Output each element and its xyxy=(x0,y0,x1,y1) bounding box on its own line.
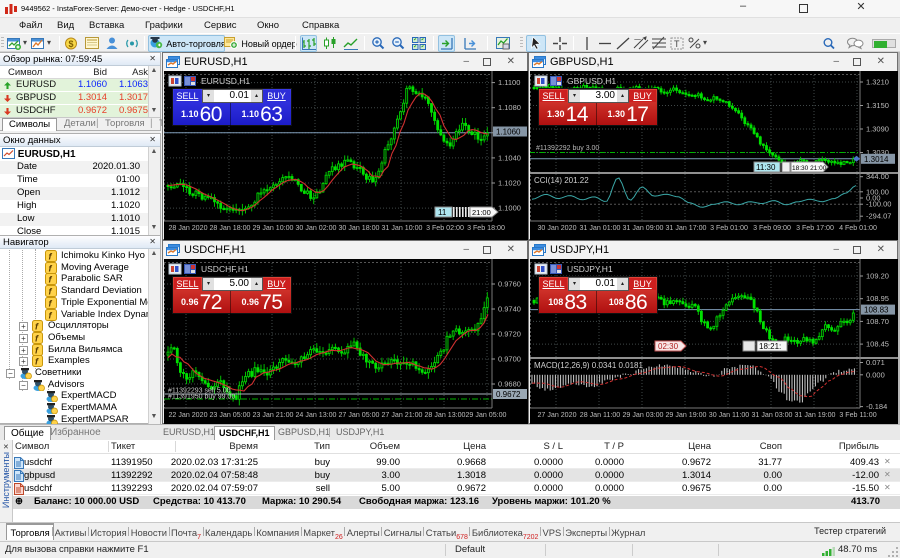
svg-text:31 Jan 10:00: 31 Jan 10:00 xyxy=(381,224,422,232)
svg-text:1.3150: 1.3150 xyxy=(866,101,889,110)
svg-text:108.45: 108.45 xyxy=(866,340,889,349)
svg-text:31 Jan 17:00: 31 Jan 17:00 xyxy=(665,224,706,232)
svg-text:22 Jan 2020: 22 Jan 2020 xyxy=(168,411,207,419)
svg-text:0.000: 0.000 xyxy=(866,370,885,379)
svg-text:1.1080: 1.1080 xyxy=(498,103,521,112)
svg-text:29 Jan 19:00: 29 Jan 19:00 xyxy=(665,411,706,419)
svg-text:28 Jan 11:00: 28 Jan 11:00 xyxy=(580,411,621,419)
svg-text:$: $ xyxy=(68,39,73,49)
svg-text:4 Feb 01:00: 4 Feb 01:00 xyxy=(839,224,877,232)
svg-text:0.071: 0.071 xyxy=(866,358,885,367)
svg-text:29 Jan 10:00: 29 Jan 10:00 xyxy=(252,224,293,232)
svg-text:1.3014: 1.3014 xyxy=(864,155,889,164)
svg-text:28 Jan 13:00: 28 Jan 13:00 xyxy=(424,411,465,419)
svg-text:27 Jan 2020: 27 Jan 2020 xyxy=(537,411,576,419)
svg-text:3 Feb 09:00: 3 Feb 09:00 xyxy=(753,224,791,232)
svg-text:108.95: 108.95 xyxy=(866,294,889,303)
svg-text:0.9760: 0.9760 xyxy=(498,280,521,289)
svg-text:108.70: 108.70 xyxy=(866,317,889,326)
svg-text:#11392292 buy 3.00: #11392292 buy 3.00 xyxy=(536,145,599,152)
svg-text:3 Feb 18:00: 3 Feb 18:00 xyxy=(467,224,505,232)
svg-text:GBPUSD,H1: GBPUSD,H1 xyxy=(567,76,616,86)
svg-text:3 Feb 17:00: 3 Feb 17:00 xyxy=(796,224,834,232)
svg-text:1.1100: 1.1100 xyxy=(498,78,520,87)
svg-text:CCI(14) 201.22: CCI(14) 201.22 xyxy=(534,176,589,185)
svg-text:-100.00: -100.00 xyxy=(866,200,891,209)
svg-text:0.9700: 0.9700 xyxy=(498,355,521,364)
svg-text:28 Jan 2020: 28 Jan 2020 xyxy=(168,224,207,232)
svg-text:27 Jan 21:00: 27 Jan 21:00 xyxy=(381,411,422,419)
svg-text:一: 一 xyxy=(634,37,641,44)
svg-text:0.9680: 0.9680 xyxy=(498,380,521,389)
svg-text:109.20: 109.20 xyxy=(866,272,889,281)
svg-text:T: T xyxy=(674,39,680,49)
svg-text:-0.184: -0.184 xyxy=(866,402,887,411)
svg-text:23 Jan 05:00: 23 Jan 05:00 xyxy=(209,411,250,419)
svg-text:11: 11 xyxy=(438,208,447,217)
svg-text:USDJPY,H1: USDJPY,H1 xyxy=(567,264,613,274)
svg-text:EURUSD,H1: EURUSD,H1 xyxy=(201,76,250,86)
svg-text:11:30: 11:30 xyxy=(756,163,776,172)
svg-text:30 Jan 2020: 30 Jan 2020 xyxy=(537,224,576,232)
svg-text:1.1060: 1.1060 xyxy=(496,128,521,137)
svg-text:18:21:: 18:21: xyxy=(759,342,781,351)
svg-text:21:00: 21:00 xyxy=(472,208,491,217)
svg-text:31 Jan 09:00: 31 Jan 09:00 xyxy=(622,224,663,232)
svg-text:31 Jan 19:00: 31 Jan 19:00 xyxy=(794,411,835,419)
svg-text:USDCHF,H1: USDCHF,H1 xyxy=(201,264,249,274)
svg-text:MACD(12,26,9) 0.0341 0.0181: MACD(12,26,9) 0.0341 0.0181 xyxy=(534,361,644,370)
svg-text:1.3210: 1.3210 xyxy=(866,78,889,87)
svg-text:31 Jan 01:00: 31 Jan 01:00 xyxy=(579,224,620,232)
svg-text:27 Jan 05:00: 27 Jan 05:00 xyxy=(338,411,379,419)
svg-text:28 Jan 18:00: 28 Jan 18:00 xyxy=(209,224,250,232)
svg-text:31 Jan 03:00: 31 Jan 03:00 xyxy=(751,411,792,419)
svg-text:29 Jan 03:00: 29 Jan 03:00 xyxy=(622,411,663,419)
svg-text:24 Jan 13:00: 24 Jan 13:00 xyxy=(295,411,336,419)
svg-text:3 Feb 01:00: 3 Feb 01:00 xyxy=(710,224,748,232)
svg-text:30 Jan 02:00: 30 Jan 02:00 xyxy=(295,224,336,232)
svg-text:30 Jan 11:00: 30 Jan 11:00 xyxy=(709,411,750,419)
svg-text:3 Feb 11:00: 3 Feb 11:00 xyxy=(839,411,876,419)
svg-text:18:30 21:00: 18:30 21:00 xyxy=(792,165,827,172)
svg-text:108.83: 108.83 xyxy=(864,306,889,315)
svg-text:1.1040: 1.1040 xyxy=(498,153,521,162)
svg-text:0.9672: 0.9672 xyxy=(496,390,521,399)
svg-text:#11391950 buy 99.00: #11391950 buy 99.00 xyxy=(168,394,235,401)
svg-text:30 Jan 18:00: 30 Jan 18:00 xyxy=(338,224,379,232)
svg-text:23 Jan 21:00: 23 Jan 21:00 xyxy=(252,411,293,419)
svg-text:3 Feb 02:00: 3 Feb 02:00 xyxy=(426,224,464,232)
svg-text:1.1000: 1.1000 xyxy=(498,204,521,213)
svg-text:-294.07: -294.07 xyxy=(866,212,891,221)
svg-text:1.3090: 1.3090 xyxy=(866,125,889,134)
svg-text:0.9740: 0.9740 xyxy=(498,305,521,314)
svg-text:1.1020: 1.1020 xyxy=(498,179,521,188)
svg-text:344.00: 344.00 xyxy=(866,172,889,181)
svg-text:29 Jan 05:00: 29 Jan 05:00 xyxy=(465,411,506,419)
svg-text:0.9720: 0.9720 xyxy=(498,330,521,339)
svg-text:02:30: 02:30 xyxy=(658,342,679,351)
